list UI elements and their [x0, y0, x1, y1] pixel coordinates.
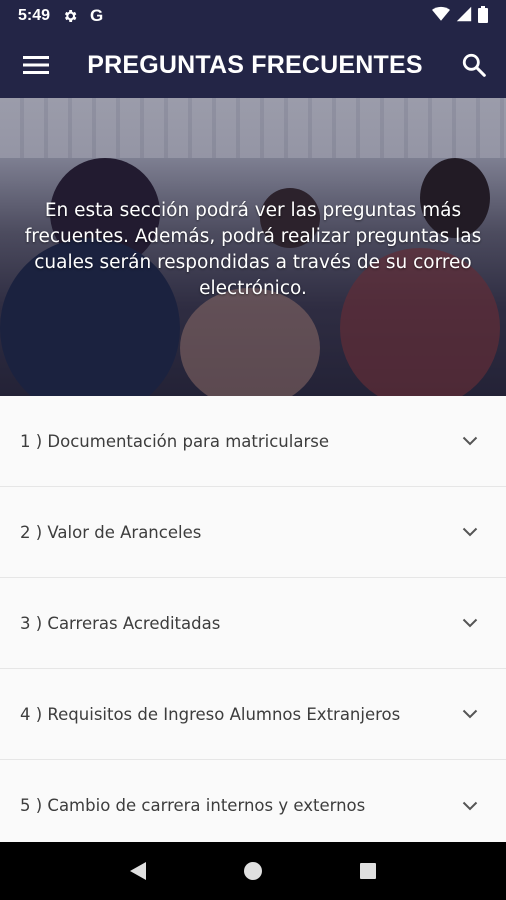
- hero-description: En esta sección podrá ver las preguntas …: [24, 200, 482, 299]
- page-title: PREGUNTAS FRECUENTES: [87, 50, 423, 79]
- faq-item-label: 1 ) Documentación para matricularse: [20, 431, 329, 451]
- chevron-down-icon[interactable]: [458, 429, 482, 453]
- chevron-down-icon[interactable]: [458, 520, 482, 544]
- chevron-down-icon[interactable]: [458, 794, 482, 818]
- faq-item[interactable]: 3 ) Carreras Acreditadas: [0, 578, 506, 669]
- faq-item-label: 5 ) Cambio de carrera internos y externo…: [20, 796, 366, 815]
- faq-item-label: 2 ) Valor de Aranceles: [20, 522, 202, 542]
- app-bar: PREGUNTAS FRECUENTES: [0, 32, 506, 98]
- status-bar: 5:49 G: [0, 0, 506, 32]
- search-icon[interactable]: [458, 49, 490, 81]
- home-icon[interactable]: [233, 851, 273, 891]
- system-nav-bar: [0, 842, 506, 900]
- faq-item[interactable]: 2 ) Valor de Aranceles: [0, 487, 506, 578]
- faq-item-label: 3 ) Carreras Acreditadas: [20, 613, 221, 633]
- faq-item-label: 4 ) Requisitos de Ingreso Alumnos Extran…: [20, 704, 401, 724]
- gear-icon: [62, 8, 78, 24]
- google-icon: G: [90, 6, 104, 25]
- battery-icon: [478, 5, 488, 27]
- faq-item[interactable]: 4 ) Requisitos de Ingreso Alumnos Extran…: [0, 669, 506, 760]
- faq-item[interactable]: 5 ) Cambio de carrera internos y externo…: [0, 760, 506, 851]
- faq-item[interactable]: 1 ) Documentación para matricularse: [0, 396, 506, 487]
- hero-banner: En esta sección podrá ver las preguntas …: [0, 98, 506, 396]
- back-icon[interactable]: [118, 851, 158, 891]
- signal-icon: [456, 6, 472, 26]
- faq-list: 1 ) Documentación para matricularse 2 ) …: [0, 396, 506, 851]
- chevron-down-icon[interactable]: [458, 611, 482, 635]
- chevron-down-icon[interactable]: [458, 702, 482, 726]
- recents-icon[interactable]: [348, 851, 388, 891]
- status-time: 5:49: [18, 7, 51, 24]
- wifi-icon: [432, 6, 450, 26]
- hamburger-menu-icon[interactable]: [20, 49, 52, 81]
